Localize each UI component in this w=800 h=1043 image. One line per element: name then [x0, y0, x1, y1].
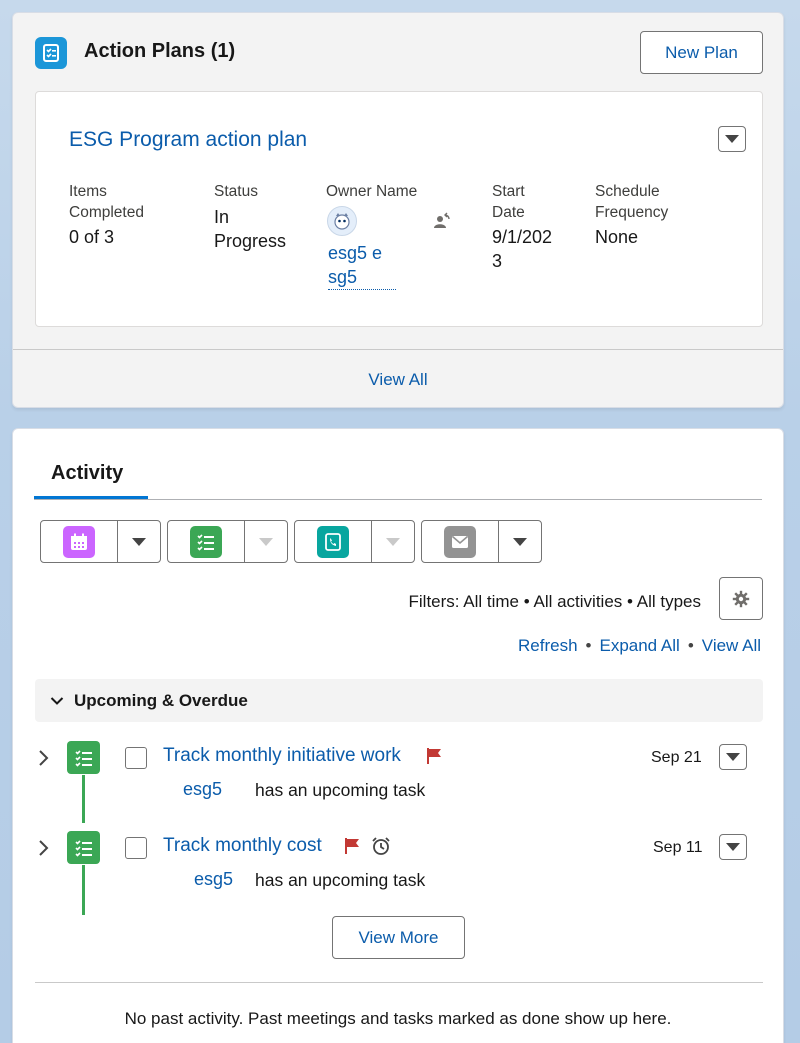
items-completed-value: 0 of 3	[69, 227, 115, 247]
chevron-down-icon	[132, 537, 147, 546]
view-more-button[interactable]: View More	[332, 916, 465, 959]
chevron-down-icon	[259, 537, 274, 546]
change-owner-icon[interactable]	[433, 212, 451, 235]
upcoming-overdue-section-toggle[interactable]: Upcoming & Overdue	[35, 679, 763, 722]
refresh-link[interactable]: Refresh	[518, 636, 578, 656]
filter-settings-button[interactable]	[719, 577, 763, 620]
new-event-button[interactable]	[41, 521, 119, 562]
action-plans-footer: View All	[13, 349, 783, 409]
tab-divider	[34, 499, 762, 500]
link-separator: •	[585, 636, 592, 655]
timeline-line	[82, 865, 85, 915]
avatar	[327, 206, 357, 236]
task-list-icon	[190, 525, 223, 558]
task-list-icon	[67, 831, 100, 864]
owner-name-link[interactable]: esg5 e sg5	[328, 241, 396, 290]
action-plans-title: Action Plans (1)	[84, 40, 236, 62]
alarm-clock-icon	[372, 837, 390, 855]
task-title-link[interactable]: Track monthly cost	[163, 835, 322, 857]
new-event-split-button	[40, 520, 161, 563]
chevron-down-icon	[726, 843, 740, 851]
new-task-split-button	[167, 520, 288, 563]
plan-row-menu-button[interactable]	[718, 126, 746, 152]
list-item: Track monthly cost Sep 11 esg5 has an up…	[13, 831, 783, 921]
status-value: In Progress	[214, 207, 287, 251]
chevron-right-icon[interactable]	[37, 839, 49, 857]
send-email-split-button	[421, 520, 542, 563]
envelope-icon	[444, 525, 477, 558]
chevron-right-icon[interactable]	[37, 749, 49, 767]
action-plan-name-link[interactable]: ESG Program action plan	[69, 128, 307, 152]
task-owner-link[interactable]: esg5	[194, 869, 233, 890]
start-date-label: Start Date	[492, 183, 525, 221]
email-options-dropdown[interactable]	[499, 521, 541, 562]
tab-activity[interactable]: Activity	[51, 462, 123, 485]
new-plan-button[interactable]: New Plan	[640, 31, 763, 74]
items-completed-label: Items Completed	[69, 183, 144, 221]
gear-icon	[732, 590, 750, 607]
past-activity-divider	[35, 982, 763, 983]
log-call-split-button	[294, 520, 415, 563]
schedule-frequency-label: Schedule Frequency	[595, 183, 669, 221]
activity-card: Activity Filters: All time • All activit…	[12, 428, 784, 1043]
task-complete-checkbox[interactable]	[125, 837, 147, 859]
view-all-plans-link[interactable]: View All	[368, 370, 427, 390]
owner-name-label: Owner Name	[326, 183, 418, 200]
task-due-date: Sep 21	[651, 749, 702, 766]
task-row-menu-button[interactable]	[719, 834, 747, 860]
schedule-frequency-value: None	[595, 227, 639, 247]
task-owner-link[interactable]: esg5	[183, 779, 222, 800]
phone-icon	[317, 525, 350, 558]
view-all-activities-link[interactable]: View All	[702, 636, 761, 656]
action-plans-card: Action Plans (1) New Plan ESG Program ac…	[12, 12, 784, 408]
send-email-button[interactable]	[422, 521, 500, 562]
link-separator: •	[687, 636, 694, 655]
calendar-icon	[63, 525, 96, 558]
task-description: has an upcoming task	[255, 870, 426, 890]
action-plans-header: Action Plans (1) New Plan	[13, 13, 783, 91]
log-call-button[interactable]	[295, 521, 373, 562]
active-tab-indicator	[34, 496, 148, 499]
task-due-date: Sep 11	[653, 839, 703, 856]
task-complete-checkbox[interactable]	[125, 747, 147, 769]
start-date-value: 9/1/202 3	[492, 227, 553, 271]
list-item: Track monthly initiative work Sep 21 esg…	[13, 741, 783, 823]
status-label: Status	[214, 183, 258, 200]
chevron-down-icon	[513, 537, 528, 546]
new-task-button[interactable]	[168, 521, 246, 562]
filters-summary[interactable]: Filters: All time • All activities • All…	[409, 592, 702, 612]
checklist-icon	[35, 37, 67, 69]
call-options-dropdown[interactable]	[372, 521, 414, 562]
action-plan-tile: ESG Program action plan Items Completed …	[35, 91, 763, 327]
chevron-down-icon	[726, 753, 740, 761]
flag-icon	[345, 838, 359, 854]
timeline-line	[82, 775, 85, 823]
task-list-icon	[67, 741, 100, 774]
expand-all-link[interactable]: Expand All	[599, 636, 679, 656]
no-past-activity-message: No past activity. Past meetings and task…	[124, 1009, 672, 1028]
flag-icon	[427, 748, 441, 764]
chevron-down-icon	[386, 537, 401, 546]
event-options-dropdown[interactable]	[118, 521, 160, 562]
task-description: has an upcoming task	[255, 780, 426, 800]
chevron-down-icon	[725, 135, 739, 143]
task-title-link[interactable]: Track monthly initiative work	[163, 745, 401, 767]
task-row-menu-button[interactable]	[719, 744, 747, 770]
chevron-down-icon	[50, 696, 64, 705]
task-options-dropdown[interactable]	[245, 521, 287, 562]
activity-links: Refresh • Expand All • View All	[518, 636, 761, 656]
section-title: Upcoming & Overdue	[74, 690, 248, 710]
